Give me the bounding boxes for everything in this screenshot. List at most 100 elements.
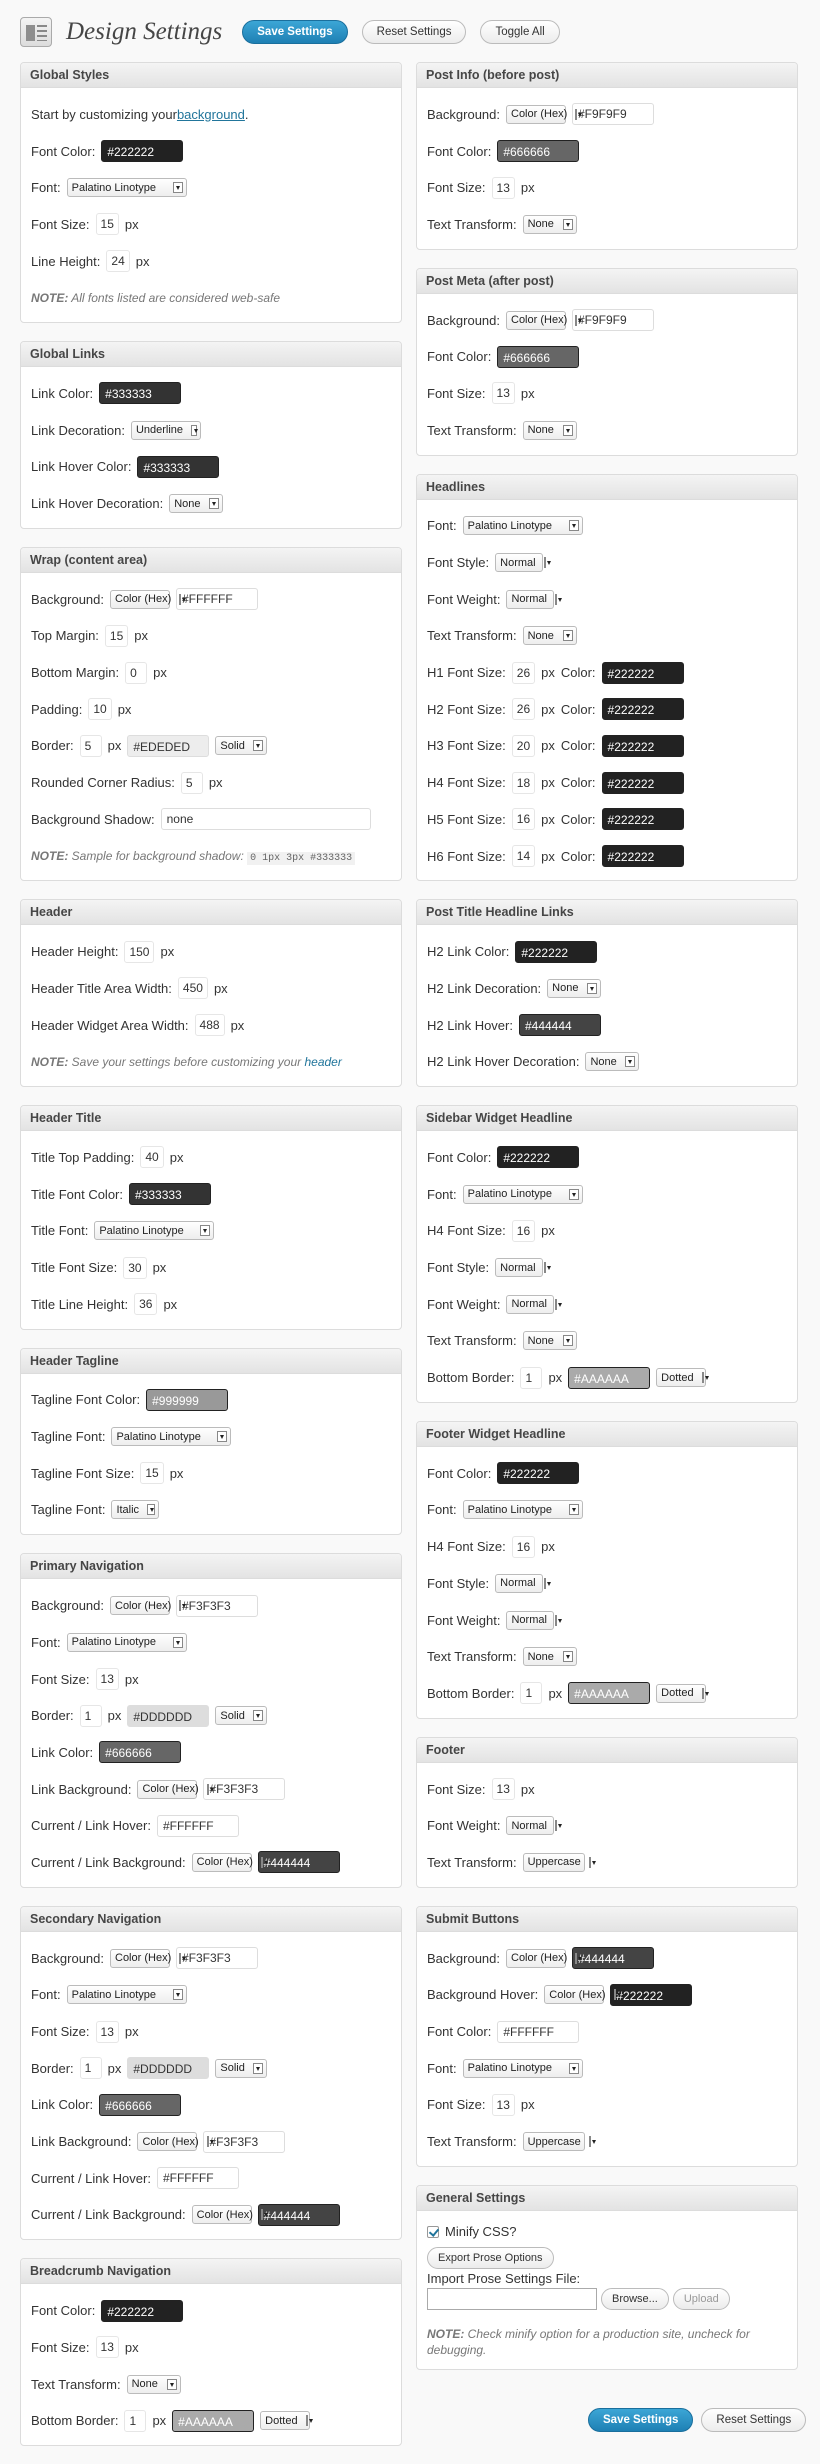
select-font-weight[interactable]: Normal bbox=[506, 1294, 562, 1314]
select-h2-link-hover-decoration[interactable]: None bbox=[585, 1052, 640, 1072]
panel-header-post-title-headline-links[interactable]: Post Title Headline Links bbox=[417, 900, 797, 926]
input-bottom-border[interactable]: 1 bbox=[520, 1366, 543, 1389]
select-text-transform[interactable]: None bbox=[522, 420, 577, 440]
select-current-link-background[interactable]: Color (Hex) bbox=[191, 2205, 268, 2225]
input-font-size[interactable]: 13 bbox=[491, 2093, 515, 2116]
select-text-transform[interactable]: None bbox=[126, 2374, 181, 2394]
color-h4-font-size[interactable]: #222222 bbox=[601, 771, 684, 794]
color-bottom-border[interactable]: #AAAAAA bbox=[568, 1366, 651, 1389]
select-background[interactable]: Color (Hex) bbox=[506, 1948, 583, 1968]
input-h4-font-size[interactable]: 16 bbox=[511, 1219, 536, 1242]
style-select-border[interactable]: Solid bbox=[215, 1706, 268, 1726]
select-link-hover-decoration[interactable]: None bbox=[169, 494, 224, 514]
text-current-link-hover[interactable]: #FFFFFF bbox=[156, 2167, 239, 2190]
input-font-size[interactable]: 15 bbox=[95, 213, 119, 236]
input-border[interactable]: 5 bbox=[79, 734, 102, 757]
input-top-margin[interactable]: 15 bbox=[104, 624, 129, 647]
note-link-header[interactable]: header bbox=[304, 1055, 341, 1069]
background-link[interactable]: background bbox=[177, 107, 245, 122]
style-select-border[interactable]: Solid bbox=[215, 2058, 268, 2078]
select-tagline-font[interactable]: Italic bbox=[111, 1500, 160, 1520]
text-background[interactable]: #F3F3F3 bbox=[176, 1594, 258, 1617]
text-background[interactable]: #FFFFFF bbox=[176, 588, 258, 611]
select-font[interactable]: Palatino Linotype bbox=[462, 1500, 583, 1520]
panel-header-header-tagline[interactable]: Header Tagline bbox=[21, 1348, 401, 1374]
color-font-color[interactable]: #666666 bbox=[497, 345, 580, 368]
select-text-transform[interactable]: None bbox=[522, 1647, 577, 1667]
select-font-style[interactable]: Normal bbox=[495, 1573, 551, 1593]
text-background-shadow[interactable]: none bbox=[160, 808, 371, 831]
select-font-weight[interactable]: Normal bbox=[506, 1816, 562, 1836]
panel-header-secondary-navigation[interactable]: Secondary Navigation bbox=[21, 1906, 401, 1932]
panel-header-footer[interactable]: Footer bbox=[417, 1737, 797, 1763]
select-text-transform[interactable]: None bbox=[522, 214, 577, 234]
input-title-font-size[interactable]: 30 bbox=[123, 1256, 147, 1279]
color-h5-font-size[interactable]: #222222 bbox=[601, 808, 684, 831]
select-font[interactable]: Palatino Linotype bbox=[66, 1632, 187, 1652]
color-border[interactable]: #EDEDED bbox=[127, 734, 210, 757]
panel-header-global-styles[interactable]: Global Styles bbox=[21, 63, 401, 88]
color-font-color[interactable]: #222222 bbox=[101, 140, 184, 163]
select-font[interactable]: Palatino Linotype bbox=[66, 178, 187, 198]
style-select-bottom-border[interactable]: Dotted bbox=[656, 1683, 709, 1703]
select-text-transform[interactable]: None bbox=[522, 626, 577, 646]
export-options-button[interactable]: Export Prose Options bbox=[427, 2246, 554, 2269]
color-link-color[interactable]: #333333 bbox=[99, 382, 182, 405]
color-bottom-border[interactable]: #AAAAAA bbox=[568, 1682, 651, 1705]
color-link-color[interactable]: #666666 bbox=[99, 2093, 182, 2116]
upload-button[interactable]: Upload bbox=[672, 2287, 730, 2310]
input-font-size[interactable]: 13 bbox=[95, 2336, 119, 2359]
color-font-color[interactable]: #666666 bbox=[497, 140, 580, 163]
color-font-color[interactable]: #222222 bbox=[101, 2299, 184, 2322]
color-font-color[interactable]: #222222 bbox=[497, 1146, 580, 1169]
select-font-weight[interactable]: Normal bbox=[506, 1610, 562, 1630]
panel-header-submit-buttons[interactable]: Submit Buttons bbox=[417, 1906, 797, 1932]
input-font-size[interactable]: 13 bbox=[95, 2020, 119, 2043]
select-text-transform[interactable]: None bbox=[522, 1331, 577, 1351]
save-settings-button[interactable]: Save Settings bbox=[242, 20, 348, 44]
color-h6-font-size[interactable]: #222222 bbox=[601, 845, 684, 868]
panel-header-general-settings[interactable]: General Settings bbox=[417, 2185, 797, 2211]
color-current-link-background[interactable]: #444444 bbox=[257, 2203, 340, 2226]
input-font-size[interactable]: 13 bbox=[491, 1778, 515, 1801]
input-title-top-padding[interactable]: 40 bbox=[140, 1146, 164, 1169]
color-border[interactable]: #DDDDDD bbox=[127, 2057, 210, 2080]
input-border[interactable]: 1 bbox=[79, 2057, 102, 2080]
select-h2-link-decoration[interactable]: None bbox=[547, 978, 602, 998]
input-border[interactable]: 1 bbox=[79, 1704, 102, 1727]
panel-header-wrap-content-area[interactable]: Wrap (content area) bbox=[21, 547, 401, 573]
style-select-border[interactable]: Solid bbox=[215, 736, 268, 756]
select-link-decoration[interactable]: Underline bbox=[130, 420, 201, 440]
input-padding[interactable]: 10 bbox=[88, 698, 112, 721]
input-font-size[interactable]: 13 bbox=[491, 176, 515, 199]
select-font-style[interactable]: Normal bbox=[495, 553, 551, 573]
text-current-link-hover[interactable]: #FFFFFF bbox=[156, 1814, 239, 1837]
style-select-bottom-border[interactable]: Dotted bbox=[260, 2411, 313, 2431]
select-text-transform[interactable]: Uppercase bbox=[522, 2132, 596, 2152]
input-bottom-margin[interactable]: 0 bbox=[125, 661, 148, 684]
select-background[interactable]: Color (Hex) bbox=[110, 589, 187, 609]
color-current-link-background[interactable]: #444444 bbox=[257, 1851, 340, 1874]
color-h2-link-color[interactable]: #222222 bbox=[515, 940, 598, 963]
input-h6-font-size[interactable]: 14 bbox=[511, 845, 536, 868]
select-background[interactable]: Color (Hex) bbox=[506, 104, 583, 124]
color-bottom-border[interactable]: #AAAAAA bbox=[172, 2409, 255, 2432]
minify-css-checkbox[interactable] bbox=[427, 2225, 439, 2238]
select-background[interactable]: Color (Hex) bbox=[110, 1596, 187, 1616]
select-background[interactable]: Color (Hex) bbox=[110, 1948, 187, 1968]
panel-header-breadcrumb-navigation[interactable]: Breadcrumb Navigation bbox=[21, 2259, 401, 2285]
reset-settings-button-bottom[interactable]: Reset Settings bbox=[701, 2408, 807, 2432]
input-font-size[interactable]: 13 bbox=[95, 1668, 119, 1691]
text-font-color[interactable]: #FFFFFF bbox=[497, 2020, 580, 2043]
color-background-hover[interactable]: #222222 bbox=[610, 1983, 693, 2006]
color-tagline-font-color[interactable]: #999999 bbox=[146, 1388, 229, 1411]
color-h1-font-size[interactable]: #222222 bbox=[601, 661, 684, 684]
input-h4-font-size[interactable]: 18 bbox=[511, 771, 536, 794]
reset-settings-button[interactable]: Reset Settings bbox=[361, 20, 467, 44]
text-link-background[interactable]: #F3F3F3 bbox=[203, 1778, 286, 1801]
select-font[interactable]: Palatino Linotype bbox=[66, 1985, 187, 2005]
style-select-bottom-border[interactable]: Dotted bbox=[656, 1368, 709, 1388]
panel-header-header-title[interactable]: Header Title bbox=[21, 1106, 401, 1132]
text-background[interactable]: #F9F9F9 bbox=[572, 103, 654, 126]
input-tagline-font-size[interactable]: 15 bbox=[140, 1462, 164, 1485]
